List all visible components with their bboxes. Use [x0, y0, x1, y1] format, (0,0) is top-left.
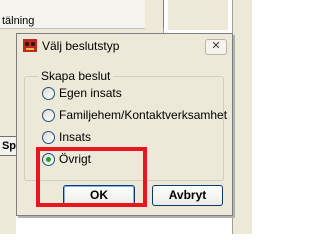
app-icon [23, 39, 37, 52]
background-label-text: tälning [2, 15, 35, 27]
background-divider [163, 0, 164, 28]
close-button[interactable]: ✕ [205, 39, 227, 55]
background-panel [168, 0, 228, 30]
cancel-button[interactable]: Avbryt [152, 185, 223, 206]
highlight-annotation [36, 147, 147, 207]
background-label-field: tälning [0, 0, 145, 29]
dialog-title: Välj beslutstyp [42, 39, 120, 53]
radio-button[interactable] [42, 131, 55, 144]
radio-button[interactable] [42, 109, 55, 122]
background-button[interactable]: Sp [0, 136, 17, 156]
background-scrollbar[interactable] [232, 0, 252, 234]
radio-label: Familjehem/Kontaktverksamhet [59, 108, 228, 122]
group-label: Skapa beslut [38, 69, 114, 83]
radio-button[interactable] [42, 87, 55, 100]
radio-label: Egen insats [59, 86, 122, 100]
close-icon: ✕ [211, 40, 221, 52]
radio-label: Insats [59, 130, 92, 144]
dialog-titlebar[interactable]: Välj beslutstyp ✕ [17, 34, 232, 58]
